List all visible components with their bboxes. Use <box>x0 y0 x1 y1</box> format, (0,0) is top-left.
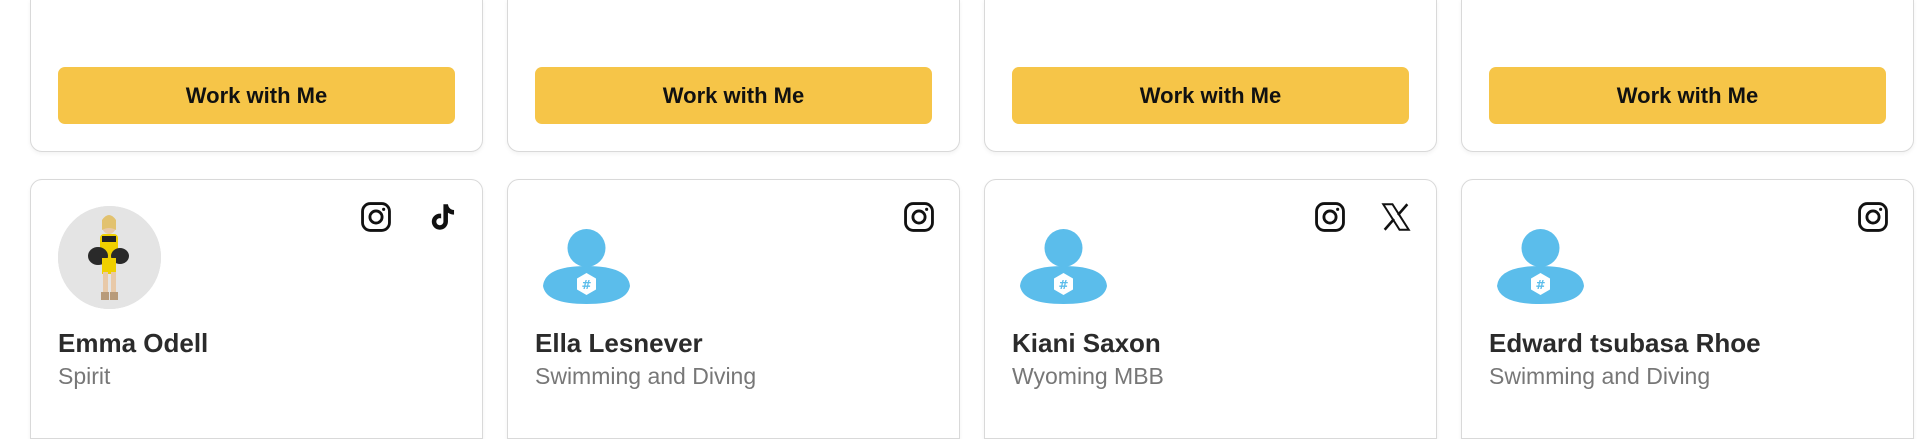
tiktok-icon[interactable] <box>425 200 459 234</box>
athlete-sport: Swimming and Diving <box>535 363 757 389</box>
athlete-card[interactable]: # Kiani Saxon Wyoming MBB <box>984 179 1437 439</box>
work-with-me-button[interactable]: Work with Me <box>1012 67 1409 124</box>
athlete-sport: Swimming and Diving <box>1489 363 1711 389</box>
social-links <box>359 200 459 234</box>
default-avatar-icon: # <box>1489 206 1592 309</box>
social-links <box>1313 200 1413 234</box>
athlete-name: Emma Odell <box>58 328 209 358</box>
athlete-card-bottom: Work with Me <box>1461 0 1914 152</box>
athlete-sport: Spirit <box>58 363 111 389</box>
athlete-card[interactable]: # Ella Lesnever Swimming and Diving <box>507 179 960 439</box>
work-with-me-button[interactable]: Work with Me <box>535 67 932 124</box>
instagram-icon[interactable] <box>359 200 393 234</box>
svg-text:#: # <box>1535 278 1545 292</box>
athlete-name: Edward tsubasa Rhoe <box>1489 328 1761 358</box>
work-with-me-button[interactable]: Work with Me <box>1489 67 1886 124</box>
athlete-card[interactable]: # Edward tsubasa Rhoe Swimming and Divin… <box>1461 179 1914 439</box>
work-with-me-button[interactable]: Work with Me <box>58 67 455 124</box>
athlete-avatar-photo <box>58 206 161 309</box>
athlete-card-bottom: Work with Me <box>984 0 1437 152</box>
athlete-name: Kiani Saxon <box>1012 328 1161 358</box>
svg-text:#: # <box>1058 278 1068 292</box>
athlete-card-bottom: Work with Me <box>30 0 483 152</box>
x-icon[interactable] <box>1379 200 1413 234</box>
athlete-card[interactable]: Emma Odell Spirit <box>30 179 483 439</box>
default-avatar-icon: # <box>1012 206 1115 309</box>
social-links <box>1856 200 1890 234</box>
athlete-grid: Work with Me Work with Me Work with Me W… <box>30 0 1914 439</box>
instagram-icon[interactable] <box>1856 200 1890 234</box>
instagram-icon[interactable] <box>1313 200 1347 234</box>
instagram-icon[interactable] <box>902 200 936 234</box>
default-avatar-icon: # <box>535 206 638 309</box>
svg-text:#: # <box>581 278 591 292</box>
athlete-sport: Wyoming MBB <box>1012 363 1164 389</box>
athlete-name: Ella Lesnever <box>535 328 703 358</box>
social-links <box>902 200 936 234</box>
athlete-card-bottom: Work with Me <box>507 0 960 152</box>
